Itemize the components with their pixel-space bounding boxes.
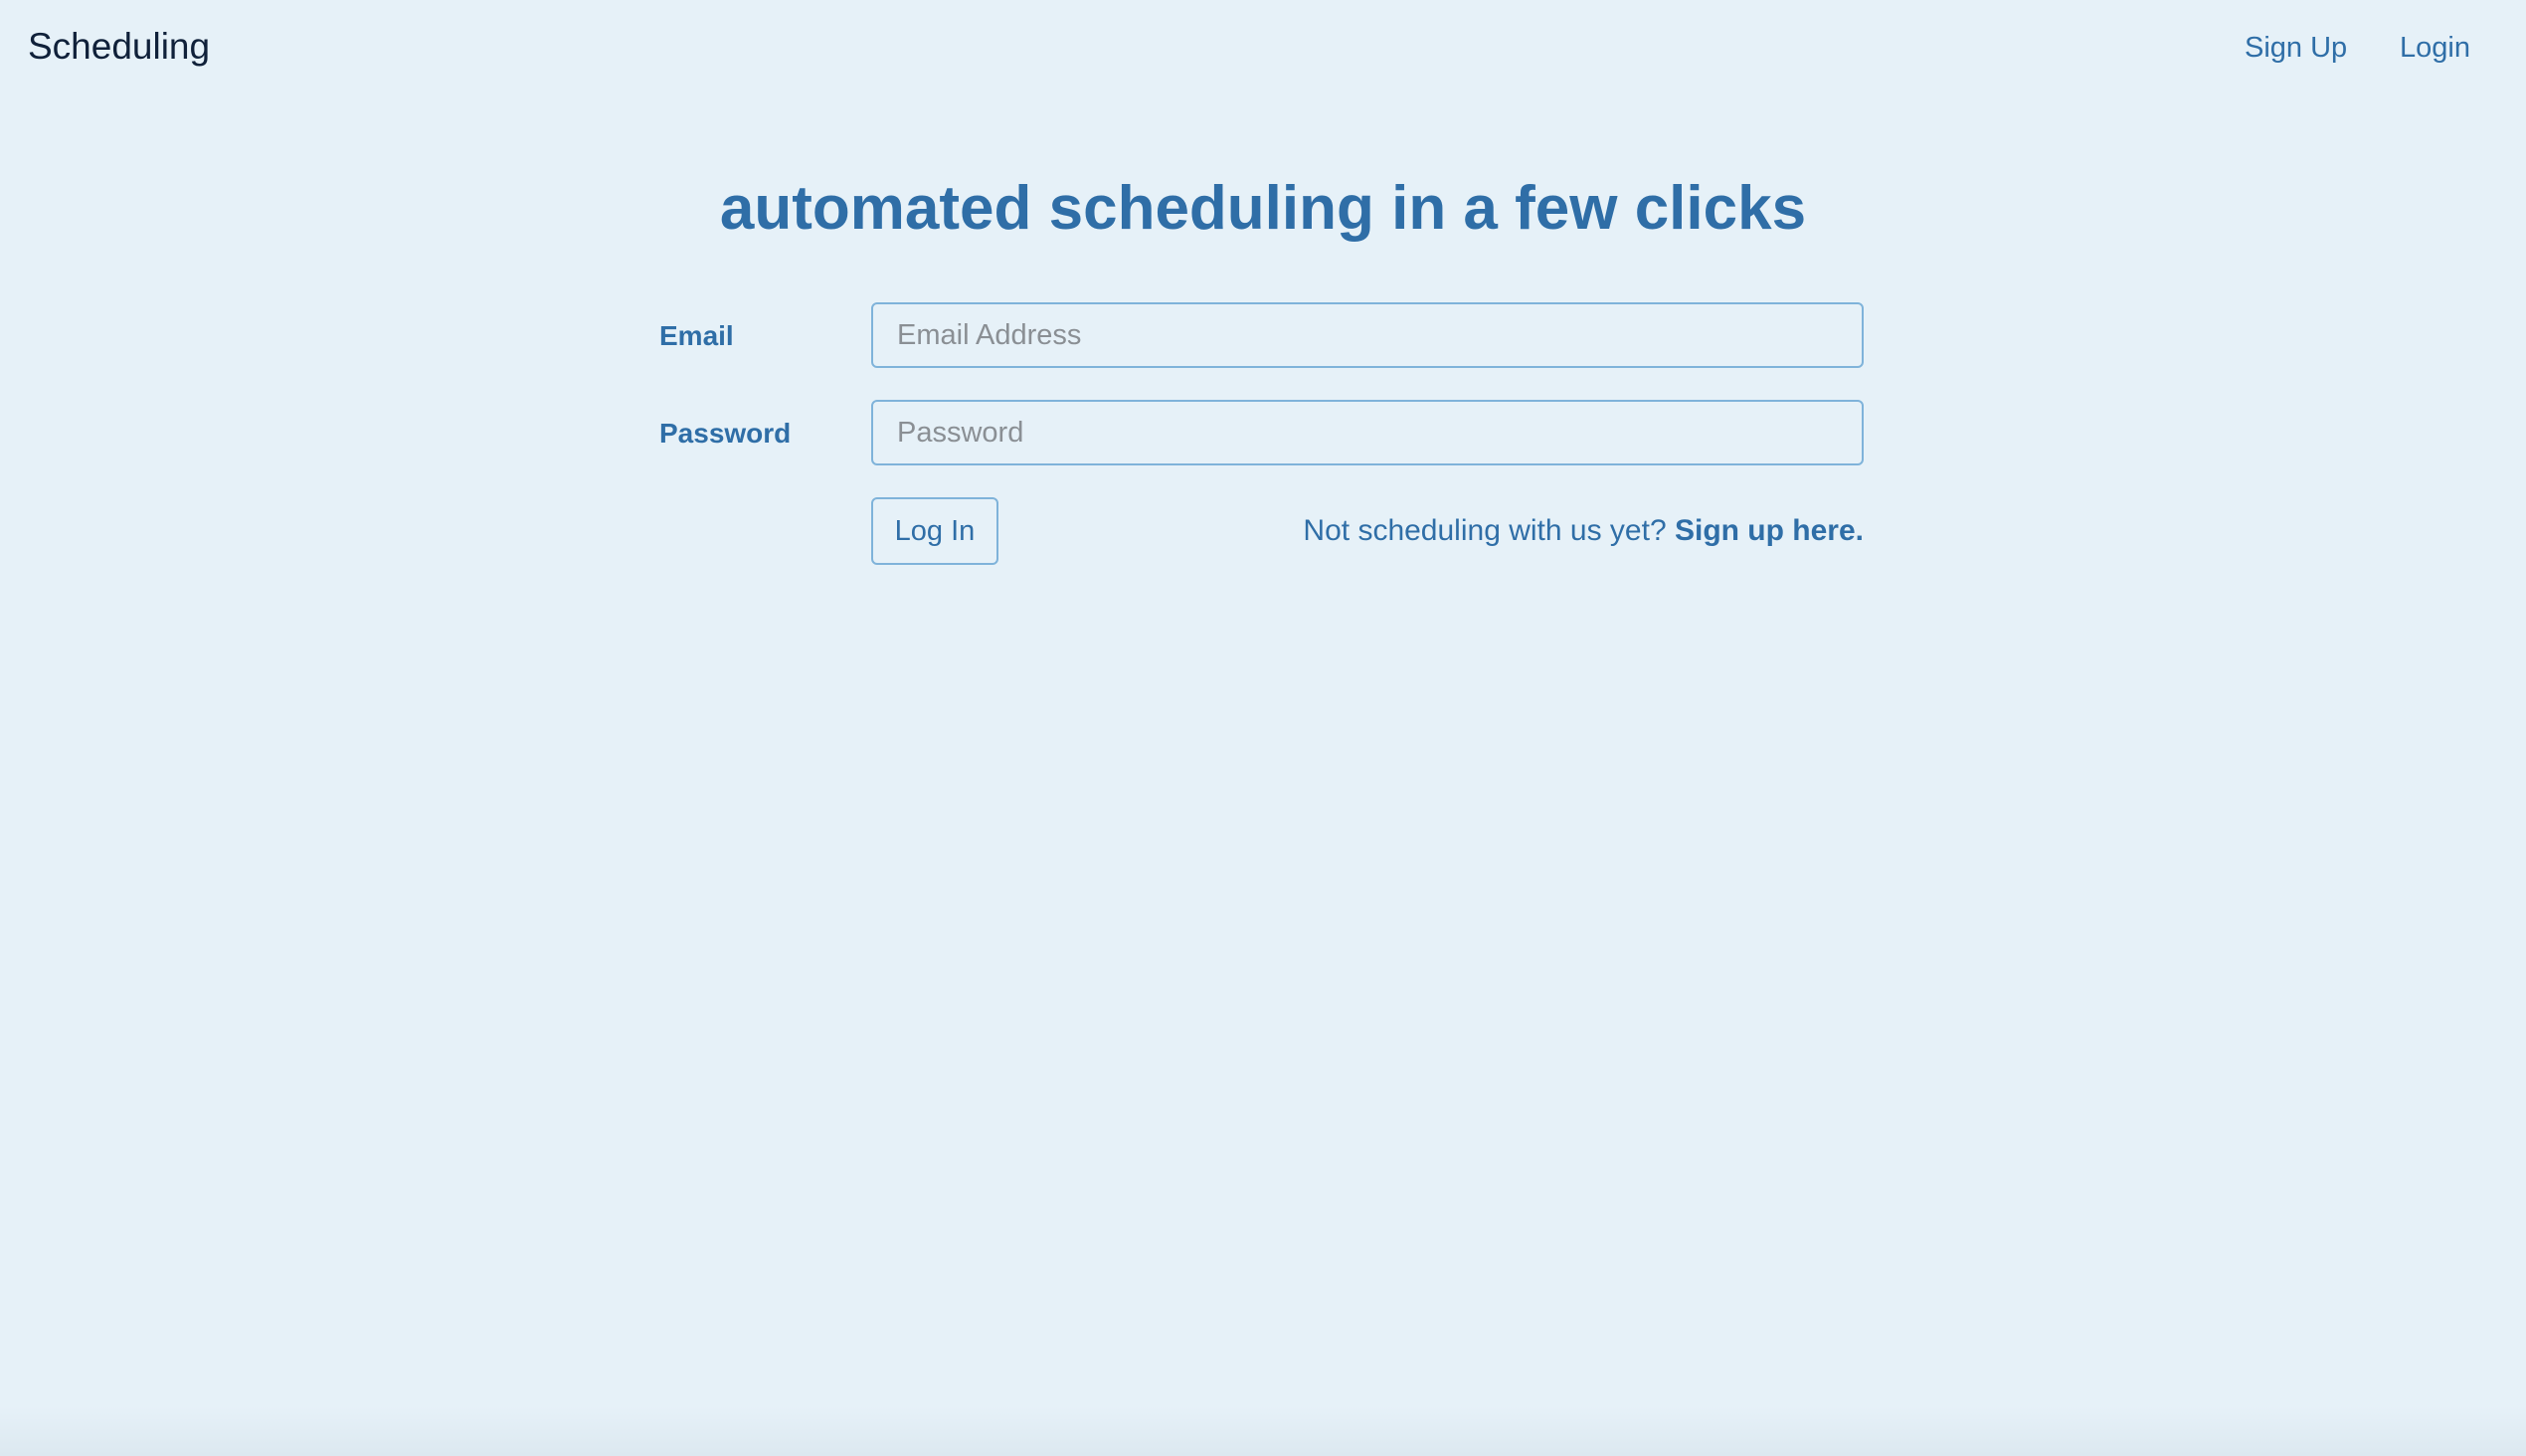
- nav-login-link[interactable]: Login: [2400, 28, 2470, 68]
- signup-prompt: Not scheduling with us yet? Sign up here…: [1303, 511, 1864, 551]
- navbar: Scheduling Sign Up Login: [0, 0, 2526, 95]
- sign-up-here-link[interactable]: Sign up here.: [1675, 514, 1864, 547]
- page-headline: automated scheduling in a few clicks: [719, 174, 1807, 243]
- password-label: Password: [659, 418, 792, 449]
- password-input[interactable]: [871, 400, 1864, 465]
- email-input[interactable]: [871, 302, 1864, 368]
- nav-sign-up-link[interactable]: Sign Up: [2245, 28, 2347, 68]
- email-label: Email: [659, 320, 734, 351]
- signup-prompt-text: Not scheduling with us yet?: [1303, 514, 1667, 547]
- bottom-fade: [0, 1406, 2526, 1456]
- brand-link[interactable]: Scheduling: [28, 24, 210, 70]
- log-in-button[interactable]: Log In: [871, 497, 998, 565]
- page: Scheduling Sign Up Login automated sched…: [0, 0, 2526, 1456]
